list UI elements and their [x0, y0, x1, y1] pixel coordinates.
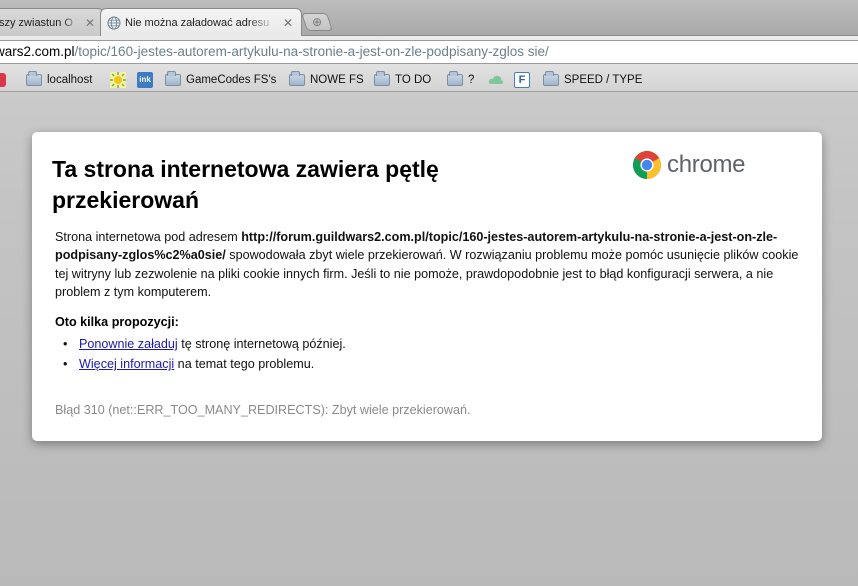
chrome-logo: chrome: [632, 150, 746, 180]
folder-icon: [374, 71, 390, 86]
bookmark-ink[interactable]: ink: [137, 71, 153, 89]
folder-icon: [289, 71, 305, 86]
bookmark-label: NOWE FS: [310, 74, 364, 86]
bookmark-f[interactable]: F: [514, 71, 530, 89]
suggestions-heading: Oto kilka propozycji:: [55, 315, 179, 329]
error-description: Strona internetowa pod adresem http://fo…: [55, 228, 805, 301]
address-bar[interactable]: wars2.com.pl/topic/160-jestes-autorem-ar…: [0, 40, 858, 64]
tab-title: Nie można załadować adresu: [125, 16, 270, 29]
sun-favicon-icon: [110, 72, 126, 88]
list-item: Ponownie załaduj tę stronę internetową p…: [63, 334, 346, 354]
folder-icon: [165, 71, 181, 86]
error-card: Ta strona internetowa zawiera pętlę prze…: [32, 132, 822, 441]
bookmark-sun[interactable]: [110, 71, 126, 89]
ink-favicon-icon: ink: [137, 72, 153, 88]
globe-icon: [107, 16, 121, 29]
red-favicon-icon: [0, 73, 6, 87]
bookmark-cloud[interactable]: [488, 71, 504, 89]
title-line-1: Ta strona internetowa zawiera pętlę: [52, 156, 439, 182]
f-favicon-icon: F: [514, 72, 530, 88]
plus-icon: ⊕: [311, 15, 323, 29]
tab-title: szy zwiastun O: [0, 16, 73, 29]
suggestion-text: tę stronę internetową później.: [177, 337, 346, 351]
chrome-wordmark: chrome: [667, 151, 746, 178]
chrome-icon: [633, 151, 661, 179]
bookmark-label: localhost: [47, 74, 93, 86]
toolbar: wars2.com.pl/topic/160-jestes-autorem-ar…: [0, 36, 858, 68]
tab-strip: szy zwiastun O ✕ Nie można załadować adr…: [0, 0, 858, 36]
tab-active[interactable]: Nie można załadować adresu ✕: [100, 8, 302, 36]
bookmark-speed-type[interactable]: SPEED / TYPE: [543, 71, 642, 89]
folder-icon: [26, 71, 42, 86]
suggestions-list: Ponownie załaduj tę stronę internetową p…: [63, 334, 346, 374]
bookmark-label: ?: [468, 74, 475, 86]
more-info-link[interactable]: Więcej informacji: [79, 357, 174, 371]
title-line-2: przekierowań: [52, 187, 199, 213]
folder-icon: [447, 71, 463, 86]
page-title: Ta strona internetowa zawiera pętlę prze…: [52, 154, 552, 216]
url-host: wars2.com.pl: [0, 44, 75, 59]
tab-previous[interactable]: szy zwiastun O ✕: [0, 8, 104, 36]
folder-icon: [543, 71, 559, 86]
bookmark-label: TO DO: [395, 74, 432, 86]
cloud-favicon-icon: [488, 75, 504, 84]
bookmark-localhost[interactable]: localhost: [26, 71, 92, 89]
bookmark-question[interactable]: ?: [447, 71, 474, 89]
bookmark-label: SPEED / TYPE: [564, 74, 643, 86]
description-prefix: Strona internetowa pod adresem: [55, 230, 242, 244]
reload-link[interactable]: Ponownie załaduj: [79, 337, 178, 351]
tab-close-icon[interactable]: ✕: [281, 16, 295, 30]
bookmark-partial[interactable]: [0, 71, 6, 89]
suggestion-text: na temat tego problemu.: [174, 357, 315, 371]
bookmarks-bar: localhost ink GameCodes FS's NOWE FS TO …: [0, 68, 858, 92]
bookmark-gamecodes[interactable]: GameCodes FS's: [165, 71, 276, 89]
tab-close-icon[interactable]: ✕: [83, 16, 97, 30]
bookmark-label: GameCodes FS's: [186, 74, 277, 86]
bookmark-to-do[interactable]: TO DO: [374, 71, 431, 89]
list-item: Więcej informacji na temat tego problemu…: [63, 354, 346, 374]
error-code: Błąd 310 (net::ERR_TOO_MANY_REDIRECTS): …: [55, 403, 471, 417]
new-tab-button[interactable]: ⊕: [301, 13, 333, 31]
bookmark-nowe-fs[interactable]: NOWE FS: [289, 71, 364, 89]
url-path: /topic/160-jestes-autorem-artykulu-na-st…: [74, 44, 549, 59]
